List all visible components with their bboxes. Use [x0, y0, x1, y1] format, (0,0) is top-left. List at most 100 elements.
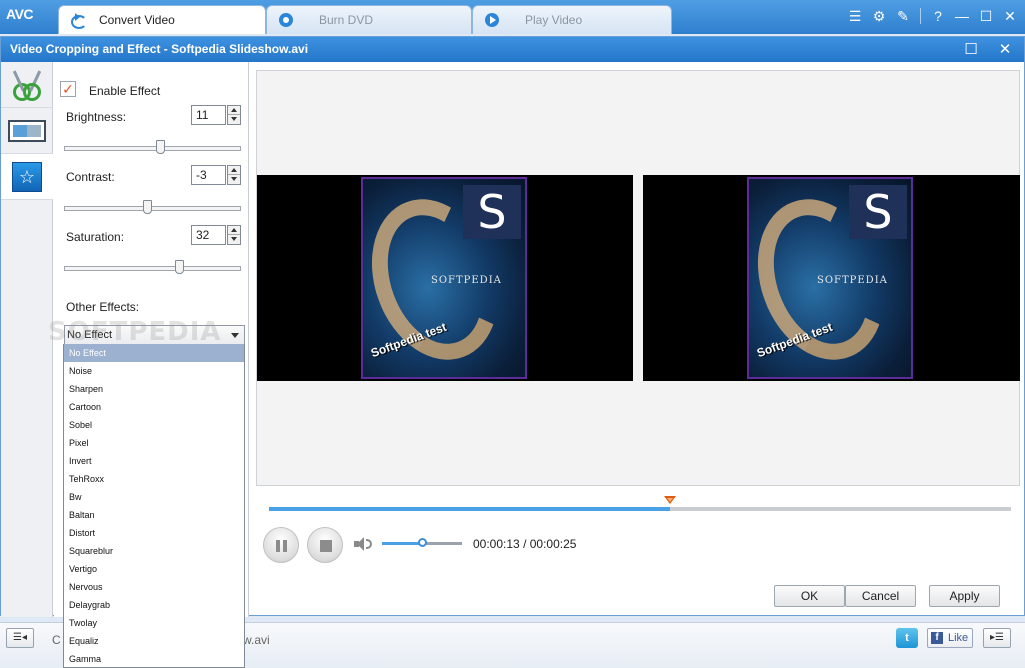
tab-play-video[interactable]: Play Video — [472, 5, 672, 34]
facebook-like-label: Like — [948, 632, 969, 644]
volume-thumb[interactable] — [418, 538, 427, 547]
dialog-close-button[interactable]: ✕ — [996, 41, 1014, 59]
twitter-button[interactable]: t — [896, 628, 918, 648]
ok-button[interactable]: OK — [774, 585, 845, 607]
saturation-spin-buttons[interactable] — [227, 225, 241, 245]
contrast-slider[interactable] — [64, 200, 241, 214]
facebook-icon: f — [931, 632, 943, 644]
saturation-input[interactable]: 32 — [191, 225, 226, 245]
brightness-spin-buttons[interactable] — [227, 105, 241, 125]
convert-icon — [71, 13, 87, 29]
effect-option[interactable]: Squareblur — [64, 542, 244, 560]
volume-slider[interactable] — [382, 538, 462, 547]
timeline-marker-icon[interactable] — [664, 496, 676, 504]
pause-button[interactable] — [263, 527, 299, 563]
frame-brand-text: SOFTPEDIA — [817, 275, 888, 286]
collapse-left-button[interactable]: ☰◂ — [6, 628, 34, 648]
contrast-slider-thumb[interactable] — [143, 200, 152, 214]
effect-option[interactable]: Distort — [64, 524, 244, 542]
bottom-partial-label: C — [52, 633, 61, 647]
contrast-input[interactable]: -3 — [191, 165, 226, 185]
dialog-title: Video Cropping and Effect - Softpedia Sl… — [10, 42, 309, 56]
nav-effect[interactable]: ☆ — [1, 154, 53, 200]
tab-label: Convert Video — [99, 13, 175, 27]
other-effects-dropdown-list[interactable]: No Effect Noise Sharpen Cartoon Sobel Pixel In… — [63, 344, 245, 668]
effect-option[interactable]: TehRoxx — [64, 470, 244, 488]
effect-option[interactable]: Equaliz — [64, 632, 244, 650]
cancel-button[interactable]: Cancel — [845, 585, 916, 607]
effect-option[interactable]: Invert — [64, 452, 244, 470]
contrast-label: Contrast: — [66, 170, 115, 184]
facebook-like-button[interactable]: f Like — [927, 628, 973, 648]
effect-option[interactable]: Noise — [64, 362, 244, 380]
spin-up-icon[interactable] — [228, 226, 240, 235]
effect-frame: S SOFTPEDIA Softpedia test — [747, 177, 913, 379]
time-readout: 00:00:13 / 00:00:25 — [473, 537, 576, 551]
effect-option[interactable]: Delaygrab — [64, 596, 244, 614]
total-time: 00:00:25 — [529, 537, 577, 551]
dialog-maximize-button[interactable]: ☐ — [962, 41, 980, 59]
current-time: 00:00:13 — [473, 537, 520, 551]
brightness-slider[interactable] — [64, 140, 241, 154]
original-frame: S SOFTPEDIA Softpedia test — [361, 177, 527, 379]
softpedia-logo: S — [463, 185, 521, 239]
disc-icon — [279, 13, 293, 27]
video-preview-area: S SOFTPEDIA Softpedia test S SOFTPEDIA S… — [256, 70, 1020, 486]
slider-track — [64, 266, 241, 271]
expand-right-button[interactable]: ▸☰ — [983, 628, 1011, 648]
chevron-down-icon[interactable] — [231, 333, 239, 338]
timeline-bar[interactable] — [269, 507, 1011, 511]
other-effects-selected: No Effect — [67, 329, 113, 341]
effect-option[interactable]: Baltan — [64, 506, 244, 524]
other-effects-select[interactable]: No Effect — [64, 325, 245, 346]
effect-preview: S SOFTPEDIA Softpedia test — [643, 175, 1020, 381]
help-button[interactable]: ? — [929, 7, 947, 25]
brightness-input[interactable]: 11 — [191, 105, 226, 125]
softpedia-logo: S — [849, 185, 907, 239]
effect-option[interactable]: Sharpen — [64, 380, 244, 398]
maximize-button[interactable]: ☐ — [977, 7, 995, 25]
effect-option[interactable]: No Effect — [64, 344, 244, 362]
effect-option[interactable]: Nervous — [64, 578, 244, 596]
apply-button[interactable]: Apply — [929, 585, 1000, 607]
tab-burn-dvd[interactable]: Burn DVD — [266, 5, 472, 34]
window-controls: ☰ ⚙ ✎ ? — ☐ ✕ — [846, 7, 1019, 25]
effect-option[interactable]: Twolay — [64, 614, 244, 632]
stop-button[interactable] — [307, 527, 343, 563]
effect-icon: ☆ — [12, 161, 42, 192]
saturation-slider[interactable] — [64, 260, 241, 274]
tab-label: Burn DVD — [319, 13, 374, 27]
play-icon — [485, 13, 499, 27]
enable-effect-checkbox[interactable]: ✓ — [60, 81, 76, 97]
time-separator: / — [523, 537, 530, 551]
close-button[interactable]: ✕ — [1001, 7, 1019, 25]
original-preview: S SOFTPEDIA Softpedia test — [257, 175, 633, 381]
spin-up-icon[interactable] — [228, 166, 240, 175]
spin-up-icon[interactable] — [228, 106, 240, 115]
nav-crop[interactable] — [1, 62, 53, 108]
spin-down-icon[interactable] — [228, 115, 240, 124]
brightness-stepper[interactable]: 11 — [191, 105, 241, 125]
trim-icon — [8, 119, 46, 142]
effect-option[interactable]: Vertigo — [64, 560, 244, 578]
contrast-spin-buttons[interactable] — [227, 165, 241, 185]
effect-option[interactable]: Pixel — [64, 434, 244, 452]
contrast-stepper[interactable]: -3 — [191, 165, 241, 185]
volume-icon[interactable] — [354, 536, 372, 552]
effect-option[interactable]: Sobel — [64, 416, 244, 434]
gear-icon[interactable]: ⚙ — [870, 7, 888, 25]
effect-option[interactable]: Gamma — [64, 650, 244, 667]
spin-down-icon[interactable] — [228, 175, 240, 184]
nav-trim[interactable] — [1, 108, 53, 154]
saturation-stepper[interactable]: 32 — [191, 225, 241, 245]
effect-option[interactable]: Cartoon — [64, 398, 244, 416]
enable-effect-label: Enable Effect — [89, 84, 161, 98]
list-settings-icon[interactable]: ☰ — [846, 7, 864, 25]
brightness-slider-thumb[interactable] — [156, 140, 165, 154]
effect-option[interactable]: Bw — [64, 488, 244, 506]
tools-icon[interactable]: ✎ — [894, 7, 912, 25]
saturation-slider-thumb[interactable] — [175, 260, 184, 274]
tab-convert-video[interactable]: Convert Video — [58, 5, 266, 34]
spin-down-icon[interactable] — [228, 235, 240, 244]
minimize-button[interactable]: — — [953, 7, 971, 25]
